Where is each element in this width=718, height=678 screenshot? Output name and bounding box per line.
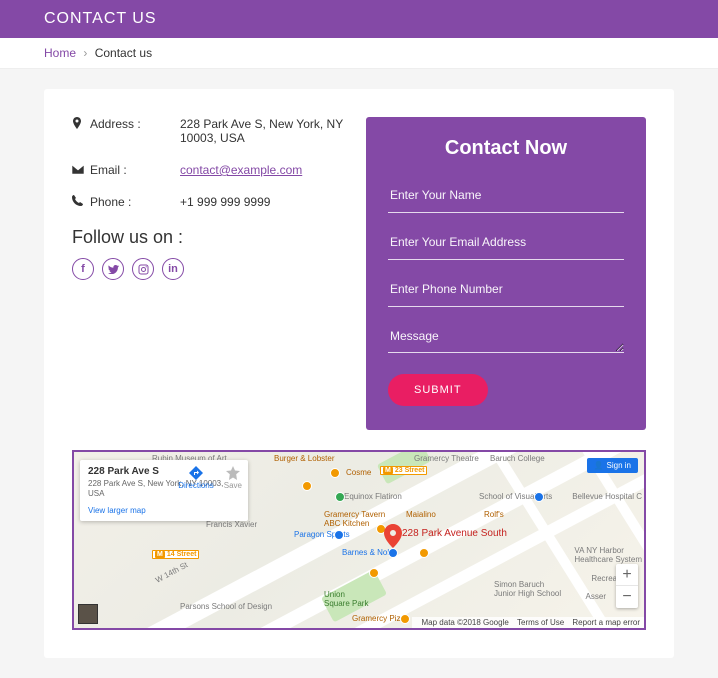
map-poi-label: VA NY Harbor Healthcare System <box>574 546 642 564</box>
metro-station-icon: 23 Street <box>380 466 427 475</box>
breadcrumb: Home › Contact us <box>0 38 718 69</box>
map-data-label: Map data ©2018 Google <box>422 618 509 627</box>
phone-input[interactable] <box>388 272 624 307</box>
map-poi-icon <box>400 614 410 624</box>
contact-form: Contact Now SUBMIT <box>366 117 646 430</box>
twitter-icon[interactable] <box>102 258 124 280</box>
map-poi-label: Cosme <box>346 468 371 477</box>
page-title: CONTACT US <box>44 10 157 27</box>
map-info-window: 228 Park Ave S 228 Park Ave S, New York,… <box>80 460 248 521</box>
map-poi-label: Asser <box>586 592 606 601</box>
email-link[interactable]: contact@example.com <box>180 163 346 177</box>
map-poi-icon <box>302 481 312 491</box>
map-poi-icon <box>534 492 544 502</box>
map-poi-icon <box>369 568 379 578</box>
map-poi-icon <box>334 530 344 540</box>
linkedin-icon[interactable]: in <box>162 258 184 280</box>
name-input[interactable] <box>388 178 624 213</box>
map-poi-icon <box>419 548 429 558</box>
address-row: Address : 228 Park Ave S, New York, NY 1… <box>72 117 346 145</box>
view-larger-map-link[interactable]: View larger map <box>88 506 146 515</box>
map-signin-button[interactable]: 👤Sign in <box>587 458 638 473</box>
map-poi-icon <box>335 492 345 502</box>
follow-title: Follow us on : <box>72 227 346 248</box>
map-poi-label: Burger & Lobster <box>274 454 334 463</box>
contact-info-column: Address : 228 Park Ave S, New York, NY 1… <box>72 117 346 430</box>
zoom-out-button[interactable]: − <box>616 586 638 608</box>
phone-label: Phone : <box>90 195 180 209</box>
phone-row: Phone : +1 999 999 9999 <box>72 195 346 209</box>
keyboard-shortcuts-icon[interactable] <box>78 604 98 624</box>
email-row: Email : contact@example.com <box>72 163 346 177</box>
chevron-right-icon: › <box>83 46 87 60</box>
phone-value: +1 999 999 9999 <box>180 195 346 209</box>
directions-button[interactable]: Directions <box>178 466 214 490</box>
map-poi-label: Baruch College <box>490 454 545 463</box>
metro-station-icon: 14 Street <box>152 550 199 559</box>
instagram-icon[interactable] <box>132 258 154 280</box>
report-error-link[interactable]: Report a map error <box>572 618 640 627</box>
map-poi-label: Gramercy Theatre <box>414 454 479 463</box>
map-poi-label: Parsons School of Design <box>180 602 272 611</box>
map-marker-icon <box>72 117 90 132</box>
map-pin-label: 228 Park Avenue South <box>402 528 507 539</box>
map-poi-label: Francis Xavier <box>206 520 257 529</box>
map-poi-icon <box>330 468 340 478</box>
form-title: Contact Now <box>388 137 624 160</box>
map-poi-label: Simon Baruch Junior High School <box>494 580 561 598</box>
star-icon <box>226 466 240 480</box>
message-textarea[interactable] <box>388 319 624 353</box>
address-label: Address : <box>90 117 180 131</box>
zoom-in-button[interactable]: + <box>616 564 638 586</box>
address-value: 228 Park Ave S, New York, NY 10003, USA <box>180 117 346 145</box>
map-zoom-control: + − <box>616 564 638 608</box>
map-poi-label: Rolf's <box>484 510 504 519</box>
social-links: f in <box>72 258 346 280</box>
save-button[interactable]: Save <box>224 466 242 490</box>
facebook-icon[interactable]: f <box>72 258 94 280</box>
page-header: CONTACT US <box>0 0 718 38</box>
map-street-label: W 14th St <box>154 560 189 584</box>
terms-link[interactable]: Terms of Use <box>517 618 564 627</box>
content-card: Address : 228 Park Ave S, New York, NY 1… <box>44 89 674 658</box>
content-top-row: Address : 228 Park Ave S, New York, NY 1… <box>72 117 646 430</box>
map-poi-label: Equinox Flatiron <box>344 492 402 501</box>
breadcrumb-current: Contact us <box>95 46 152 60</box>
submit-button[interactable]: SUBMIT <box>388 374 488 406</box>
email-input[interactable] <box>388 225 624 260</box>
breadcrumb-home-link[interactable]: Home <box>44 46 76 60</box>
directions-label: Directions <box>178 481 214 490</box>
map[interactable]: Rubin Museum of Art Burger & Lobster Gra… <box>72 450 646 630</box>
envelope-icon <box>72 163 90 177</box>
directions-icon <box>189 466 203 480</box>
map-attribution: Map data ©2018 Google Terms of Use Repor… <box>412 617 644 628</box>
map-poi-label: Union Square Park <box>324 590 368 608</box>
email-label: Email : <box>90 163 180 177</box>
map-poi-label: Bellevue Hospital C <box>572 492 642 501</box>
map-pin-icon <box>384 524 402 554</box>
save-label: Save <box>224 481 242 490</box>
map-poi-label: Maialino <box>406 510 436 519</box>
phone-icon <box>72 195 90 209</box>
